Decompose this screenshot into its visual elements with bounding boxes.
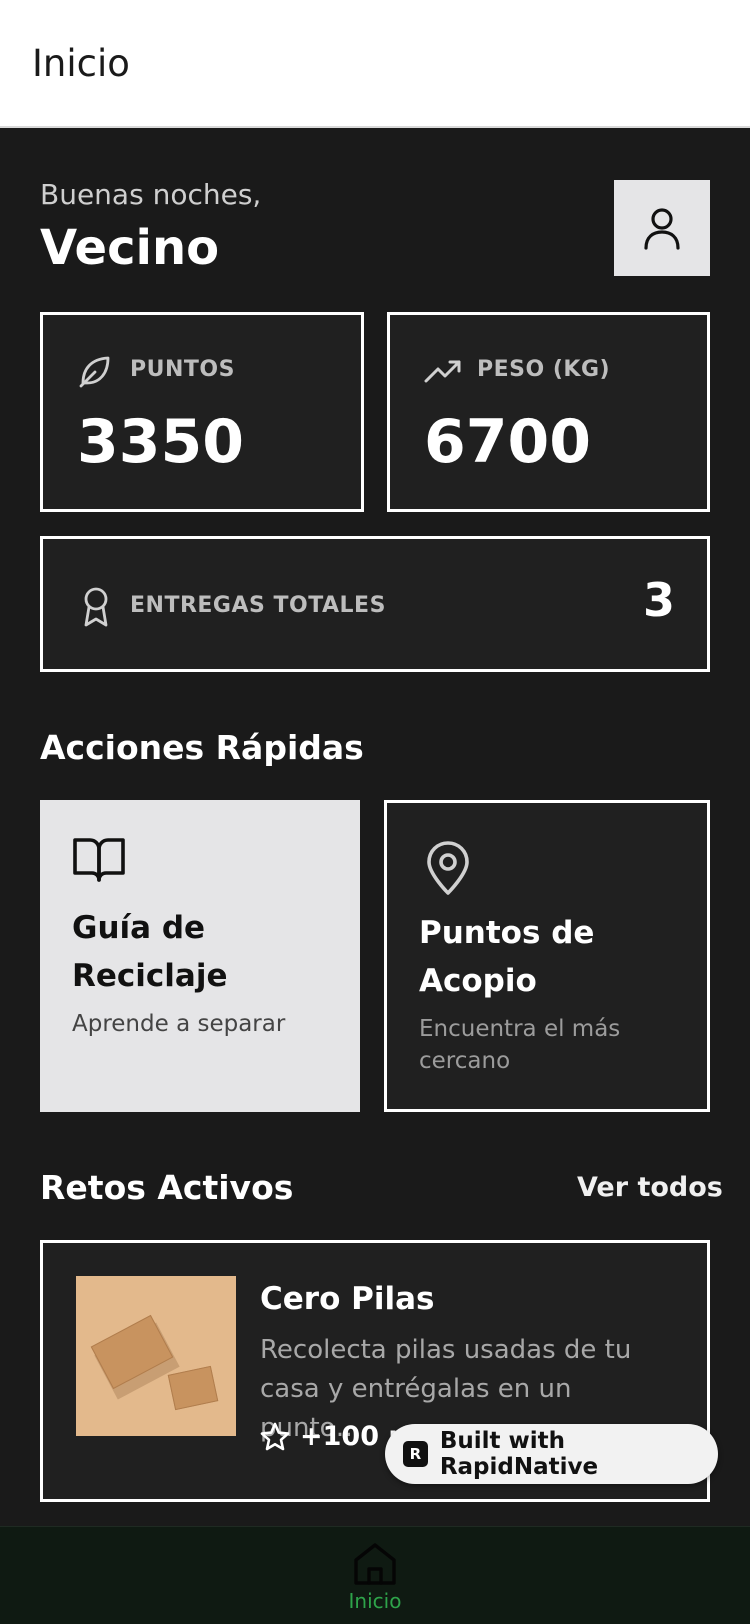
- collection-points-card[interactable]: Puntos de Acopio Encuentra el más cercan…: [384, 800, 710, 1112]
- points-label: PUNTOS: [130, 357, 235, 382]
- collection-points-subtitle-line2: cercano: [419, 1048, 511, 1074]
- challenges-title: Retos Activos: [40, 1168, 294, 1207]
- weight-value: 6700: [424, 407, 591, 477]
- leaf-icon: [79, 356, 110, 388]
- built-with-badge[interactable]: R Built with RapidNative: [385, 1424, 718, 1484]
- home-icon: [354, 1543, 396, 1585]
- greeting-name: Vecino: [40, 220, 220, 276]
- rapidnative-logo-icon: R: [403, 1441, 428, 1467]
- deliveries-label: ENTREGAS TOTALES: [130, 593, 386, 618]
- collection-points-subtitle-line1: Encuentra el más: [419, 1016, 621, 1042]
- challenge-title: Cero Pilas: [260, 1281, 435, 1317]
- award-icon: [84, 587, 108, 627]
- challenge-description-line1: Recolecta pilas usadas de tu: [260, 1335, 632, 1365]
- recycling-guide-title-line2: Reciclaje: [72, 958, 228, 994]
- challenge-image: [76, 1276, 236, 1436]
- weight-label: PESO (KG): [477, 357, 611, 382]
- see-all-link[interactable]: Ver todos: [577, 1172, 723, 1203]
- recycling-guide-title-line1: Guía de: [72, 910, 206, 946]
- user-icon: [644, 208, 680, 250]
- tab-home-label: Inicio: [348, 1589, 402, 1613]
- deliveries-card: ENTREGAS TOTALES 3: [40, 536, 710, 672]
- tab-home[interactable]: Inicio: [330, 1541, 420, 1613]
- points-value: 3350: [77, 407, 244, 477]
- star-icon: [260, 1422, 290, 1450]
- top-app-bar: Inicio: [0, 0, 750, 128]
- recycling-guide-subtitle: Aprende a separar: [72, 1011, 286, 1037]
- points-card: PUNTOS 3350: [40, 312, 364, 512]
- recycling-guide-card[interactable]: Guía de Reciclaje Aprende a separar: [40, 800, 360, 1112]
- book-open-icon: [73, 838, 125, 882]
- built-with-text: Built with RapidNative: [439, 1428, 599, 1480]
- map-pin-icon: [427, 841, 469, 895]
- trending-up-icon: [424, 360, 461, 383]
- weight-card: PESO (KG) 6700: [387, 312, 710, 512]
- quick-actions-title: Acciones Rápidas: [40, 728, 364, 767]
- bottom-tab-bar: Inicio: [0, 1526, 750, 1624]
- profile-button[interactable]: [614, 180, 710, 276]
- greeting-salutation: Buenas noches,: [40, 178, 262, 211]
- collection-points-title-line2: Acopio: [419, 963, 537, 999]
- deliveries-value: 3: [642, 573, 675, 627]
- collection-points-title-line1: Puntos de: [419, 915, 595, 951]
- page-title: Inicio: [32, 42, 130, 85]
